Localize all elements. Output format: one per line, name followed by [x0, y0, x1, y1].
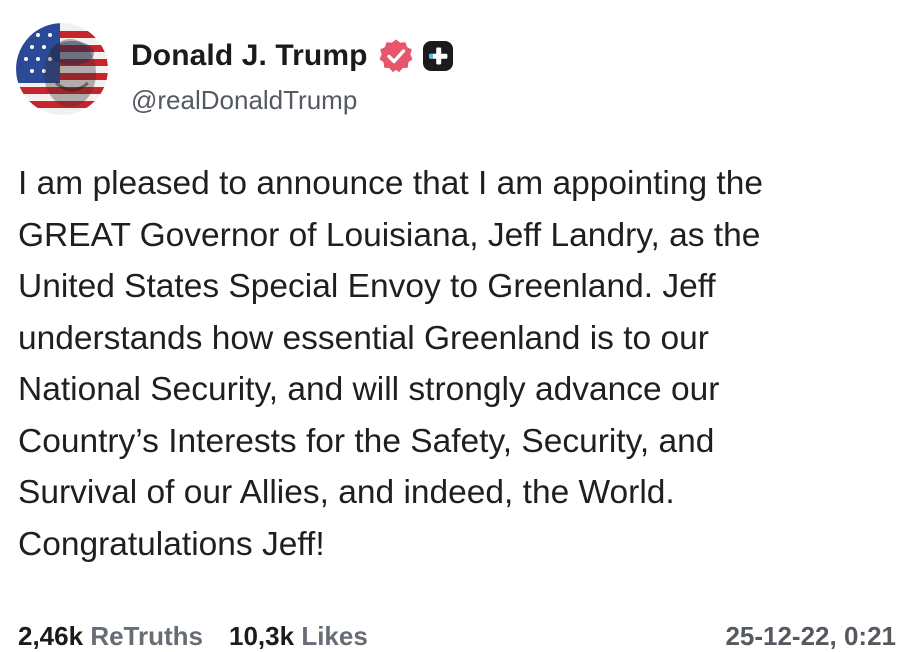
likes-stat[interactable]: 10,3k Likes: [229, 621, 368, 651]
retruths-count: 2,46k: [18, 621, 84, 651]
author-display-name[interactable]: Donald J. Trump: [131, 39, 368, 73]
likes-label: Likes: [301, 621, 368, 651]
post-stats: 2,46k ReTruths 10,3k Likes: [18, 621, 368, 652]
verified-badge-icon: [379, 39, 413, 73]
likes-count: 10,3k: [229, 621, 295, 651]
post-timestamp[interactable]: 25-12-22, 0:21: [725, 621, 896, 652]
avatar[interactable]: [16, 23, 108, 115]
post-body-text: I am pleased to announce that I am appoi…: [18, 165, 763, 563]
truth-post: Donald J. Trump @realDonaldTrump I am pl…: [0, 0, 918, 652]
author-handle[interactable]: @realDonaldTrump: [131, 85, 357, 116]
author-name-row: Donald J. Trump: [131, 36, 454, 76]
plus-badge-icon: [422, 41, 453, 71]
retruths-stat[interactable]: 2,46k ReTruths: [18, 621, 203, 651]
retruths-label: ReTruths: [90, 621, 203, 651]
avatar-image: [16, 23, 108, 115]
